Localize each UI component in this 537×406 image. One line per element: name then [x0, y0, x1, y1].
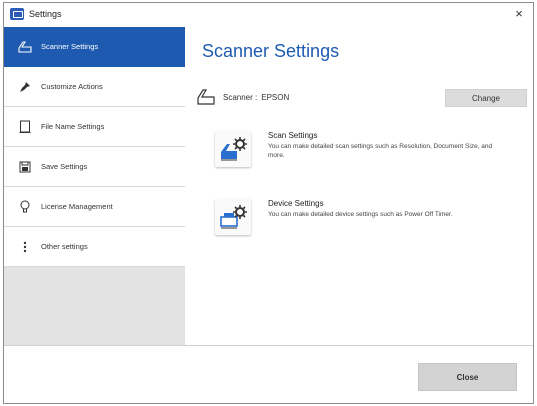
document-icon [18, 120, 32, 134]
window-title: Settings [29, 9, 62, 19]
option-title: Scan Settings [268, 131, 318, 140]
sidebar-item-label: File Name Settings [41, 122, 105, 131]
sidebar-item-save-settings[interactable]: Save Settings [4, 147, 185, 187]
sidebar-item-label: License Management [41, 202, 113, 211]
option-text: Scan Settings You can make detailed scan… [268, 131, 498, 167]
change-button[interactable]: Change [445, 89, 527, 107]
app-icon [10, 8, 24, 20]
sidebar-item-customize-actions[interactable]: Customize Actions [4, 67, 185, 107]
option-scan-settings: Scan Settings You can make detailed scan… [215, 131, 498, 167]
scanner-icon [197, 89, 215, 105]
sidebar-item-scanner-settings[interactable]: Scanner Settings [4, 27, 185, 67]
sidebar-item-other-settings[interactable]: Other settings [4, 227, 185, 267]
sidebar: Scanner Settings Customize Actions File … [4, 27, 185, 345]
main-panel: Scanner Settings Scanner : EPSON Change … [185, 27, 533, 345]
scanner-label: Scanner : [223, 92, 258, 102]
sidebar-item-file-name-settings[interactable]: File Name Settings [4, 107, 185, 147]
more-vertical-icon [18, 240, 32, 254]
scanner-icon [18, 40, 32, 54]
title-bar: Settings × [4, 3, 533, 27]
settings-window: Settings × Scanner Settings Customize Ac… [3, 2, 534, 404]
sidebar-item-label: Other settings [41, 242, 88, 251]
scanner-row: Scanner : EPSON [197, 89, 289, 105]
lightbulb-icon [18, 200, 32, 214]
sidebar-item-label: Save Settings [41, 162, 88, 171]
sidebar-item-label: Scanner Settings [41, 42, 99, 51]
scan-settings-icon[interactable] [215, 131, 251, 167]
device-settings-icon[interactable] [215, 199, 251, 235]
option-device-settings: Device Settings You can make detailed de… [215, 199, 498, 235]
sidebar-item-label: Customize Actions [41, 82, 103, 91]
scanner-value: EPSON [261, 92, 290, 102]
pin-icon [18, 80, 32, 94]
option-title: Device Settings [268, 199, 324, 208]
page-title: Scanner Settings [202, 41, 340, 61]
option-description: You can make detailed device settings su… [268, 211, 453, 218]
close-button[interactable]: Close [418, 363, 517, 391]
option-text: Device Settings You can make detailed de… [268, 199, 498, 235]
sidebar-item-license-management[interactable]: License Management [4, 187, 185, 227]
window-close-button[interactable]: × [511, 5, 527, 23]
option-description: You can make detailed scan settings such… [268, 143, 493, 159]
footer-divider [4, 345, 533, 346]
save-icon [18, 160, 32, 174]
